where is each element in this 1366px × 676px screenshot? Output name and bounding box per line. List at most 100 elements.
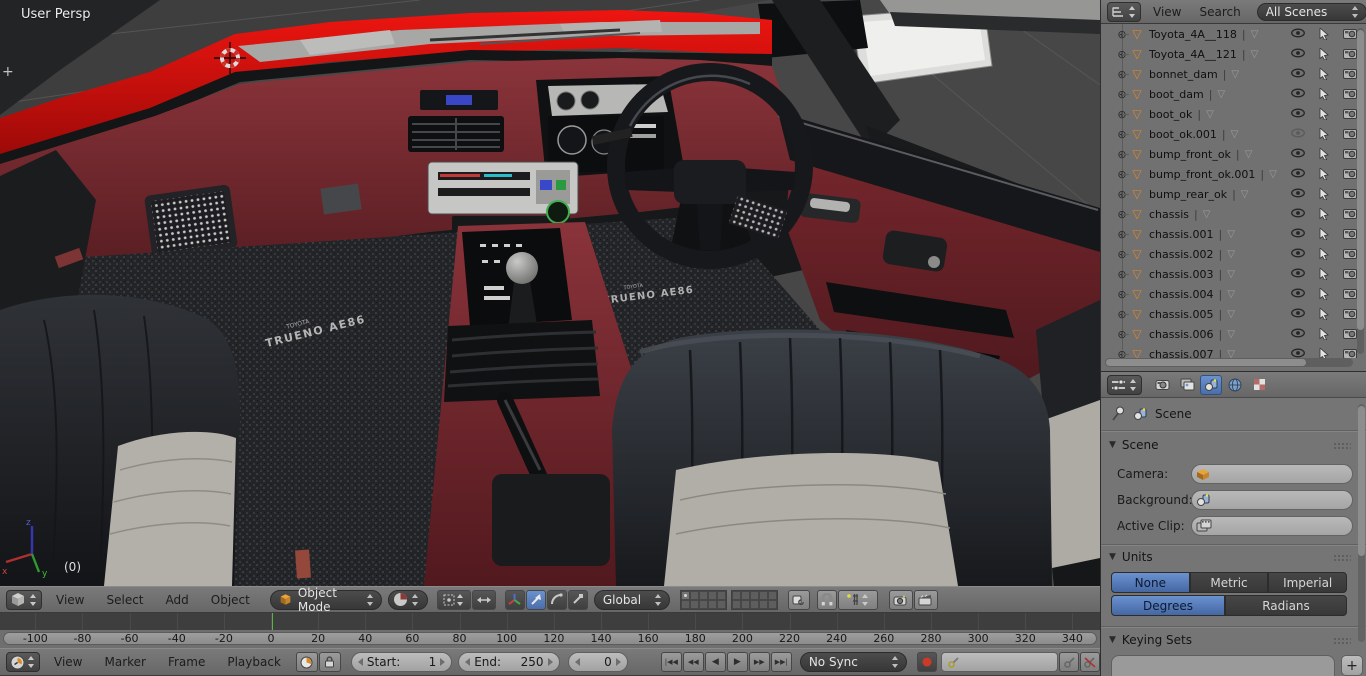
outliner-row[interactable]: ⊕ ▽ chassis.002 | ▽ xyxy=(1101,244,1366,264)
renderability-camera-icon[interactable] xyxy=(1343,248,1357,260)
keying-set-selector[interactable] xyxy=(940,652,1058,672)
selectability-cursor-icon[interactable] xyxy=(1319,68,1330,80)
renderability-camera-icon[interactable] xyxy=(1343,88,1357,100)
outliner-row[interactable]: ⊕ ▽ bump_rear_ok | ▽ xyxy=(1101,184,1366,204)
object-name[interactable]: boot_ok.001 xyxy=(1149,128,1217,141)
expand-icon[interactable]: ⊕ xyxy=(1115,128,1129,141)
insert-keyframe-button[interactable] xyxy=(1059,652,1079,672)
selectability-cursor-icon[interactable] xyxy=(1319,348,1330,358)
background-field[interactable] xyxy=(1191,490,1353,510)
selectability-cursor-icon[interactable] xyxy=(1319,328,1330,340)
object-name[interactable]: chassis.006 xyxy=(1149,328,1214,341)
start-frame-field[interactable]: Start: 1 xyxy=(350,652,453,672)
orientation-dropdown[interactable]: Global xyxy=(593,589,670,610)
expand-icon[interactable]: ⊕ xyxy=(1115,228,1129,241)
scale-manipulator-button[interactable] xyxy=(567,589,588,610)
menu-add[interactable]: Add xyxy=(162,593,193,607)
outliner-row[interactable]: ⊕ ▽ bump_front_ok | ▽ xyxy=(1101,144,1366,164)
outliner-horizontal-scrollbar[interactable] xyxy=(1105,358,1353,367)
units-radians-button[interactable]: Radians xyxy=(1225,595,1347,616)
visibility-eye-icon[interactable] xyxy=(1291,148,1305,160)
expand-icon[interactable]: ⊕ xyxy=(1115,28,1129,41)
expand-icon[interactable]: ⊕ xyxy=(1115,108,1129,121)
renderability-camera-icon[interactable] xyxy=(1343,68,1357,80)
translate-manipulator-button[interactable] xyxy=(525,589,546,610)
renderability-camera-icon[interactable] xyxy=(1343,328,1357,340)
sync-dropdown[interactable]: No Sync xyxy=(799,652,907,672)
mode-dropdown[interactable]: Object Mode xyxy=(269,586,382,614)
timeline-ruler[interactable]: -100 -80 -60 -40 -20 0 20 40 60 80 100 120 140 160 180… xyxy=(0,630,1100,648)
visibility-eye-icon[interactable] xyxy=(1291,48,1305,60)
units-degrees-button[interactable]: Degrees xyxy=(1111,595,1225,616)
prev-keyframe-button[interactable]: ◀◀ xyxy=(682,652,704,672)
tl-menu-marker[interactable]: Marker xyxy=(100,655,149,669)
outliner-hscroll-thumb[interactable] xyxy=(1106,359,1306,366)
tab-render-layers[interactable] xyxy=(1176,375,1198,395)
outliner-tree[interactable]: ⊕ ▽ Toyota_4A__118 | ▽ ⊕ ▽ Toyota_4A__12… xyxy=(1101,24,1366,358)
region-expand-plus[interactable]: + xyxy=(2,64,14,80)
selectability-cursor-icon[interactable] xyxy=(1319,108,1330,120)
renderability-camera-icon[interactable] xyxy=(1343,128,1357,140)
timeline-canvas[interactable]: -100 -80 -60 -40 -20 0 20 40 60 80 100 120 140 160 180… xyxy=(0,613,1100,648)
rotate-manipulator-button[interactable] xyxy=(546,589,567,610)
layer-cell-active[interactable] xyxy=(680,590,690,600)
current-frame-field[interactable]: 0 xyxy=(567,652,628,672)
menu-view[interactable]: View xyxy=(52,593,88,607)
expand-icon[interactable]: ⊕ xyxy=(1115,328,1129,341)
outliner-row[interactable]: ⊕ ▽ boot_dam | ▽ xyxy=(1101,84,1366,104)
tab-render[interactable] xyxy=(1152,375,1174,395)
pin-icon[interactable] xyxy=(1111,406,1125,422)
outliner-row[interactable]: ⊕ ▽ chassis | ▽ xyxy=(1101,204,1366,224)
object-name[interactable]: chassis.002 xyxy=(1149,248,1214,261)
visibility-eye-icon[interactable] xyxy=(1291,248,1305,260)
visibility-eye-icon[interactable] xyxy=(1291,168,1305,180)
tab-world[interactable] xyxy=(1224,375,1246,395)
menu-select[interactable]: Select xyxy=(102,593,147,607)
play-reverse-button[interactable]: ◀ xyxy=(704,652,726,672)
panel-drag-handle[interactable] xyxy=(1333,442,1351,450)
visibility-eye-icon[interactable] xyxy=(1291,128,1305,140)
expand-icon[interactable]: ⊕ xyxy=(1115,188,1129,201)
object-name[interactable]: Toyota_4A__121 xyxy=(1149,48,1237,61)
visibility-eye-icon[interactable] xyxy=(1291,288,1305,300)
opengl-render-anim-button[interactable] xyxy=(913,589,938,610)
visibility-eye-icon[interactable] xyxy=(1291,308,1305,320)
selectability-cursor-icon[interactable] xyxy=(1319,148,1330,160)
outliner-row[interactable]: ⊕ ▽ chassis.006 | ▽ xyxy=(1101,324,1366,344)
timeline-editor-type-button[interactable] xyxy=(6,652,40,672)
outliner-row[interactable]: ⊕ ▽ chassis.005 | ▽ xyxy=(1101,304,1366,324)
object-name[interactable]: boot_ok xyxy=(1149,108,1192,121)
visibility-eye-icon[interactable] xyxy=(1291,88,1305,100)
pivot-point-dropdown[interactable] xyxy=(436,589,471,610)
viewport-canvas[interactable]: TOYOTA TRUENO AE86 TOYOTA TRUENO AE86 xyxy=(0,0,1100,586)
visibility-eye-icon[interactable] xyxy=(1291,228,1305,240)
auto-keyframe-record-button[interactable] xyxy=(916,652,937,672)
tl-menu-frame[interactable]: Frame xyxy=(164,655,209,669)
play-button[interactable]: ▶ xyxy=(726,652,748,672)
expand-icon[interactable]: ⊕ xyxy=(1115,148,1129,161)
renderability-camera-icon[interactable] xyxy=(1343,308,1357,320)
outliner-editor-type-button[interactable] xyxy=(1107,1,1141,22)
renderability-camera-icon[interactable] xyxy=(1343,208,1357,220)
visibility-eye-icon[interactable] xyxy=(1291,268,1305,280)
visibility-eye-icon[interactable] xyxy=(1291,188,1305,200)
outliner-row[interactable]: ⊕ ▽ boot_ok | ▽ xyxy=(1101,104,1366,124)
panel-drag-handle[interactable] xyxy=(1333,554,1351,562)
expand-icon[interactable]: ⊕ xyxy=(1115,208,1129,221)
panel-drag-handle[interactable] xyxy=(1333,637,1351,645)
object-name[interactable]: bump_front_ok xyxy=(1149,148,1231,161)
object-name[interactable]: bump_front_ok.001 xyxy=(1149,168,1255,181)
expand-icon[interactable]: ⊕ xyxy=(1115,248,1129,261)
menu-object[interactable]: Object xyxy=(207,593,254,607)
renderability-camera-icon[interactable] xyxy=(1343,148,1357,160)
renderability-camera-icon[interactable] xyxy=(1343,28,1357,40)
selectability-cursor-icon[interactable] xyxy=(1319,28,1330,40)
renderability-camera-icon[interactable] xyxy=(1343,288,1357,300)
jump-to-start-button[interactable]: |◀◀ xyxy=(660,652,682,672)
delete-keyframe-button[interactable] xyxy=(1080,652,1100,672)
timeline-band[interactable] xyxy=(0,613,1100,630)
tab-texture[interactable] xyxy=(1248,375,1270,395)
lock-to-scene-button[interactable] xyxy=(787,589,810,610)
camera-field[interactable] xyxy=(1191,464,1353,484)
preview-range-toggle[interactable] xyxy=(295,652,318,672)
